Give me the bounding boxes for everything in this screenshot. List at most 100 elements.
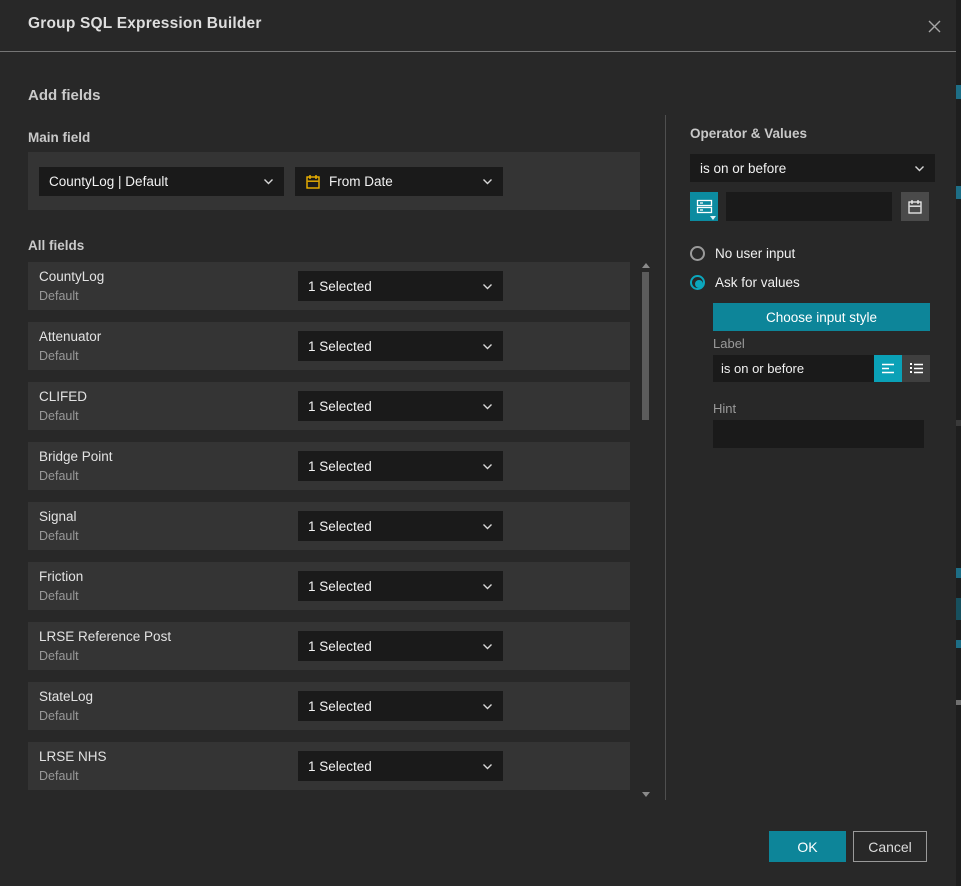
field-name: LRSE NHS [39, 749, 107, 764]
single-line-style-button[interactable] [874, 355, 902, 382]
scrollbar-thumb[interactable] [642, 272, 649, 420]
value-input[interactable] [726, 192, 892, 221]
main-field-field-select[interactable]: From Date [295, 167, 503, 196]
chevron-down-icon [263, 178, 274, 185]
align-left-icon [881, 362, 896, 375]
calendar-icon [305, 174, 321, 190]
field-selection-select[interactable]: 1 Selected [298, 571, 503, 601]
chevron-down-icon [914, 165, 925, 172]
titlebar-divider [0, 51, 956, 52]
calendar-icon [907, 199, 923, 215]
field-name: Attenuator [39, 329, 101, 344]
radio-icon [690, 246, 705, 261]
close-icon [927, 19, 942, 34]
field-row: LRSE NHS Default 1 Selected [28, 742, 630, 790]
field-row: Signal Default 1 Selected [28, 502, 630, 550]
field-type: Default [39, 529, 79, 543]
background-app-edge [956, 0, 961, 886]
background-edge-mark [956, 85, 961, 99]
field-selection-select[interactable]: 1 Selected [298, 751, 503, 781]
field-selection-select[interactable]: 1 Selected [298, 391, 503, 421]
close-button[interactable] [924, 16, 944, 36]
operator-value: is on or before [700, 161, 908, 176]
chevron-down-icon [482, 583, 493, 590]
field-row: LRSE Reference Post Default 1 Selected [28, 622, 630, 670]
label-input-row [713, 355, 930, 382]
field-selection-value: 1 Selected [308, 759, 476, 774]
all-fields-list: CountyLog Default 1 Selected Attenuator … [28, 262, 630, 802]
main-field-source-value: CountyLog | Default [49, 174, 257, 189]
radio-ask-for-values[interactable]: Ask for values [690, 274, 800, 291]
scrollbar-up-arrow-icon[interactable] [642, 263, 650, 268]
field-selection-value: 1 Selected [308, 639, 476, 654]
scrollbar-down-arrow-icon[interactable] [642, 792, 650, 797]
main-field-source-select[interactable]: CountyLog | Default [39, 167, 284, 196]
radio-icon [690, 275, 705, 290]
stacked-values-icon [696, 198, 713, 215]
field-name: LRSE Reference Post [39, 629, 171, 644]
field-type: Default [39, 469, 79, 483]
field-selection-select[interactable]: 1 Selected [298, 511, 503, 541]
label-caption: Label [713, 336, 745, 351]
field-type: Default [39, 409, 79, 423]
group-sql-expression-builder-dialog: Group SQL Expression Builder Add fields … [0, 0, 956, 886]
radio-label: Ask for values [715, 275, 800, 290]
background-edge-mark [956, 568, 961, 578]
chevron-down-icon [482, 463, 493, 470]
main-field-row: CountyLog | Default From Date [28, 152, 640, 210]
field-row: Bridge Point Default 1 Selected [28, 442, 630, 490]
field-name: Signal [39, 509, 77, 524]
chevron-down-icon [482, 178, 493, 185]
field-selection-select[interactable]: 1 Selected [298, 331, 503, 361]
field-selection-select[interactable]: 1 Selected [298, 691, 503, 721]
main-field-heading: Main field [28, 130, 90, 145]
field-selection-value: 1 Selected [308, 699, 476, 714]
cancel-button[interactable]: Cancel [853, 831, 927, 862]
value-input-type-button[interactable] [690, 192, 718, 221]
main-field-field-value: From Date [329, 174, 476, 189]
field-selection-select[interactable]: 1 Selected [298, 631, 503, 661]
field-row: Friction Default 1 Selected [28, 562, 630, 610]
field-row: CountyLog Default 1 Selected [28, 262, 630, 310]
chevron-down-icon [482, 703, 493, 710]
value-row [690, 192, 935, 221]
field-selection-select[interactable]: 1 Selected [298, 451, 503, 481]
hint-caption: Hint [713, 401, 736, 416]
background-edge-mark [956, 186, 961, 199]
chevron-down-icon [482, 763, 493, 770]
field-row: StateLog Default 1 Selected [28, 682, 630, 730]
operator-select[interactable]: is on or before [690, 154, 935, 182]
field-type: Default [39, 289, 79, 303]
operator-values-heading: Operator & Values [690, 126, 807, 141]
background-edge-mark [956, 700, 961, 705]
field-row: Attenuator Default 1 Selected [28, 322, 630, 370]
all-fields-heading: All fields [28, 238, 84, 253]
field-name: CLIFED [39, 389, 87, 404]
choose-input-style-button[interactable]: Choose input style [713, 303, 930, 331]
list-style-button[interactable] [902, 355, 930, 382]
field-name: StateLog [39, 689, 93, 704]
chevron-down-icon [482, 403, 493, 410]
chevron-down-icon [482, 643, 493, 650]
field-type: Default [39, 709, 79, 723]
bulleted-list-icon [909, 362, 924, 375]
field-type: Default [39, 769, 79, 783]
radio-no-user-input[interactable]: No user input [690, 245, 795, 262]
field-selection-value: 1 Selected [308, 339, 476, 354]
field-selection-value: 1 Selected [308, 519, 476, 534]
scrollbar[interactable] [640, 260, 652, 800]
label-input[interactable] [713, 355, 874, 382]
field-selection-select[interactable]: 1 Selected [298, 271, 503, 301]
background-edge-mark [956, 598, 961, 620]
dialog-title: Group SQL Expression Builder [28, 15, 262, 33]
hint-input[interactable] [713, 420, 924, 448]
dialog-titlebar: Group SQL Expression Builder [0, 0, 956, 51]
field-type: Default [39, 349, 79, 363]
chevron-down-icon [482, 523, 493, 530]
chevron-down-icon [482, 283, 493, 290]
field-name: Bridge Point [39, 449, 113, 464]
ok-button[interactable]: OK [769, 831, 846, 862]
date-picker-button[interactable] [901, 192, 929, 221]
caret-down-icon [710, 216, 716, 220]
field-selection-value: 1 Selected [308, 459, 476, 474]
